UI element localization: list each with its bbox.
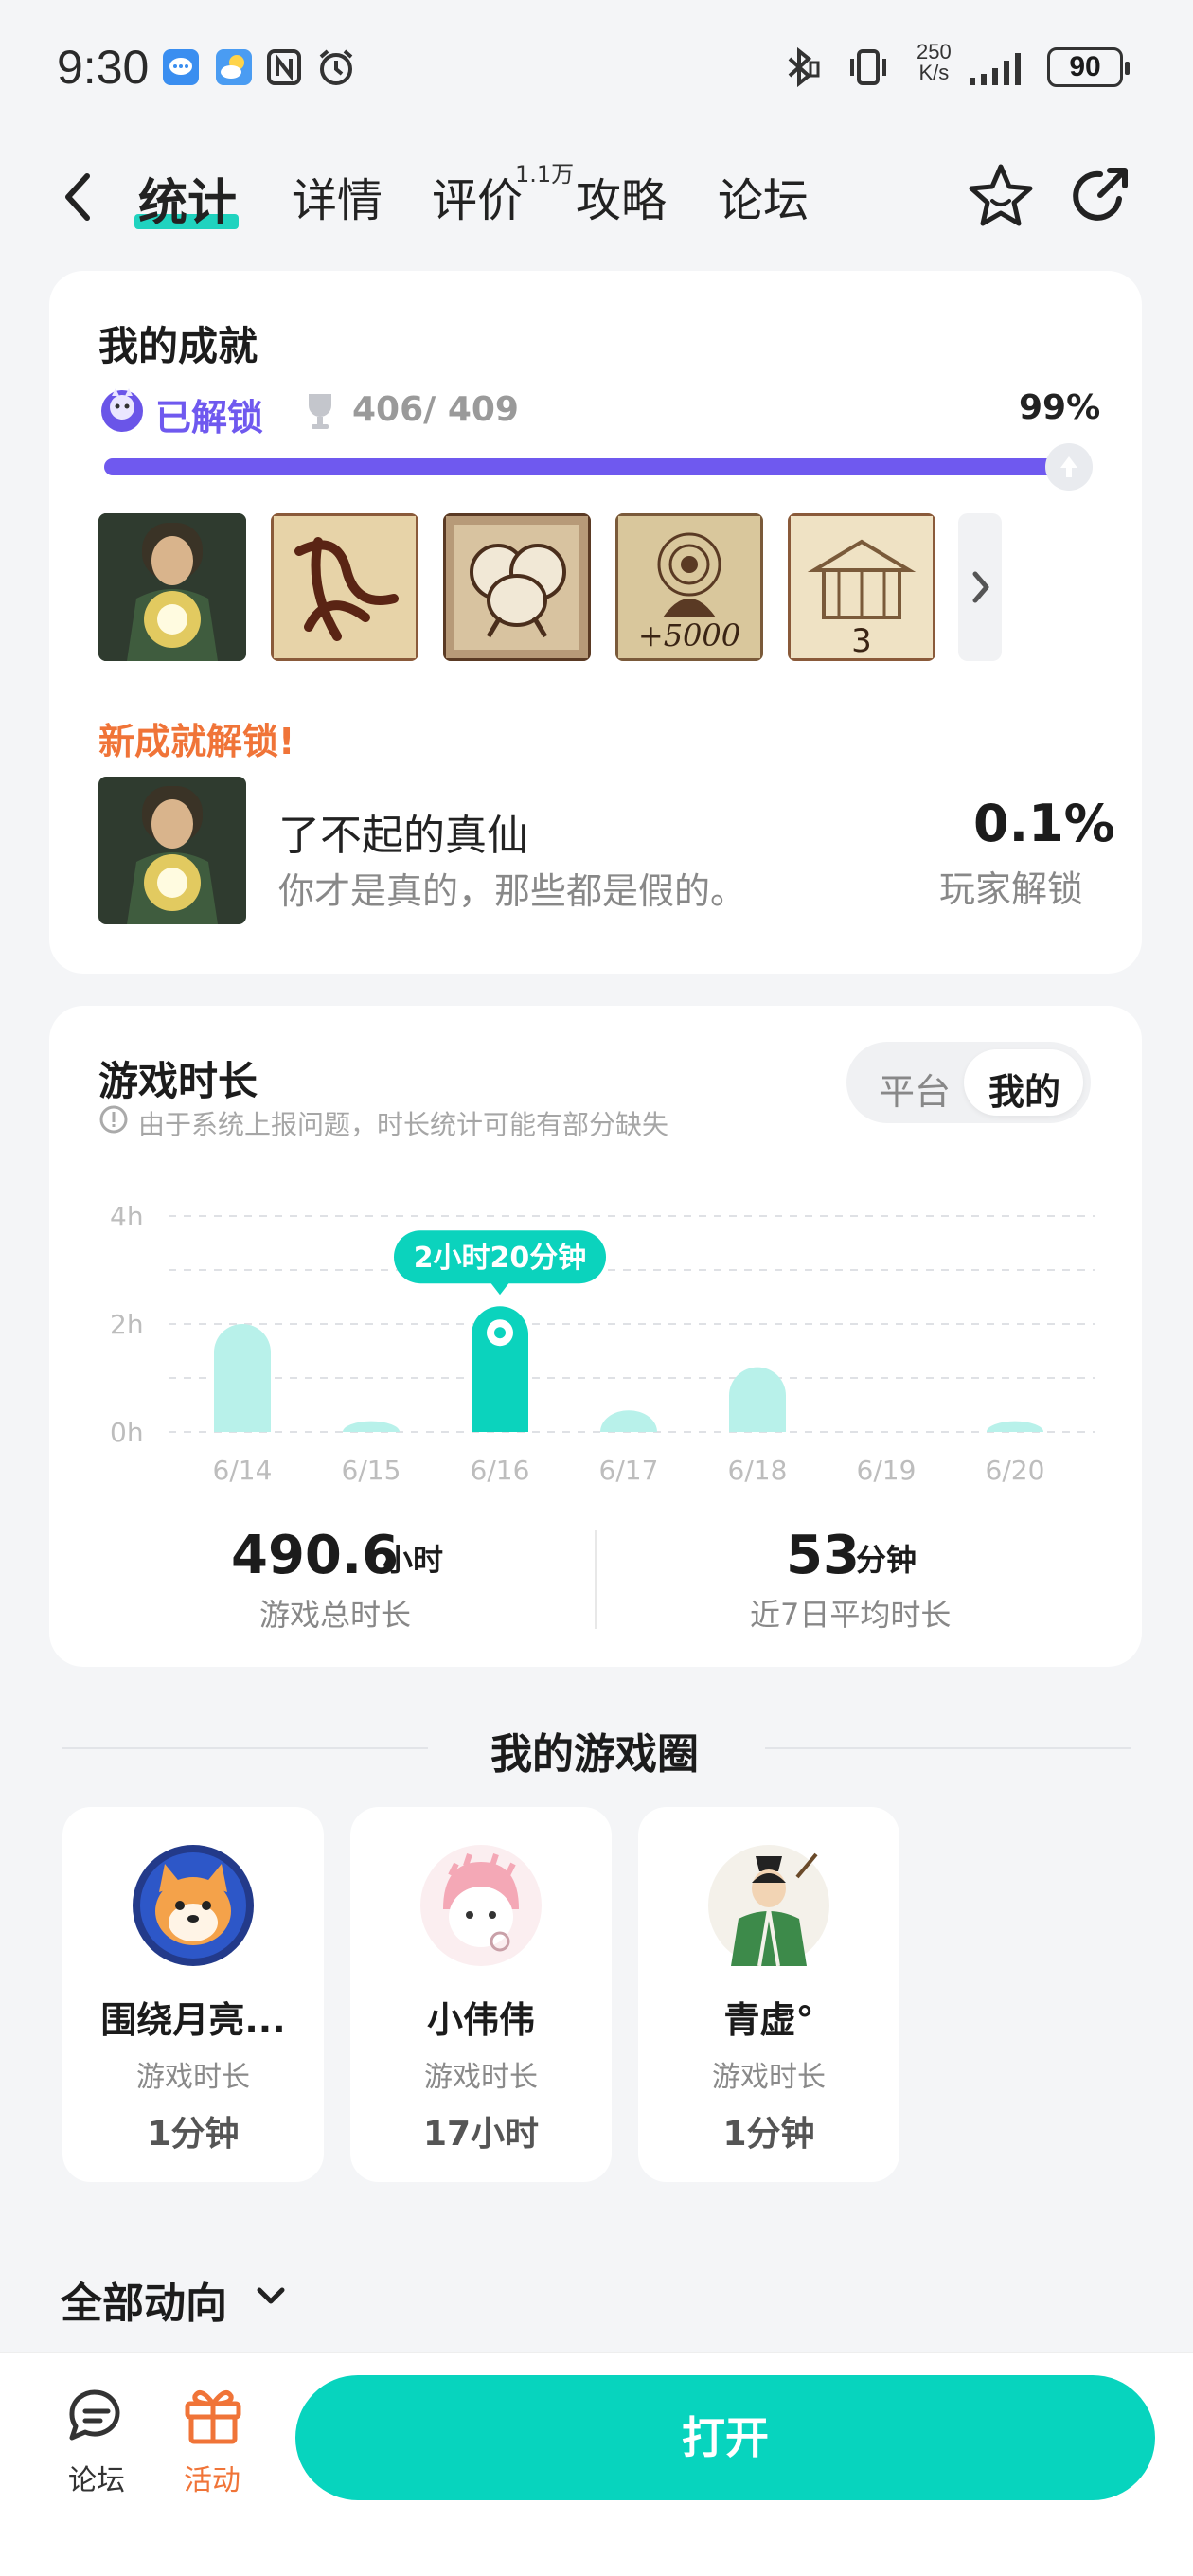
progress-end-marker-icon bbox=[1045, 443, 1093, 491]
info-icon bbox=[98, 1104, 129, 1135]
y-tick-label: 4h bbox=[110, 1201, 144, 1232]
tooltip-text: 2小时20分钟 bbox=[414, 1242, 587, 1275]
tab-guides[interactable]: 攻略 bbox=[576, 163, 667, 229]
trophy-icon bbox=[303, 390, 337, 432]
total-playtime-label: 游戏总时长 bbox=[259, 1597, 412, 1633]
tab-reviews[interactable]: 评价 bbox=[432, 163, 523, 229]
achievements-title: 我的成就 bbox=[98, 323, 258, 369]
nfc-icon bbox=[267, 49, 301, 85]
playtime-title: 游戏时长 bbox=[98, 1058, 258, 1104]
achievement-progress-fill bbox=[104, 458, 1083, 475]
signal-icon bbox=[968, 49, 1034, 87]
open-game-button[interactable]: 打开 bbox=[295, 2375, 1155, 2500]
friend-name: 小伟伟 bbox=[426, 1999, 535, 2041]
friend-playtime-label: 游戏时长 bbox=[712, 2061, 826, 2094]
friend-playtime-label: 游戏时长 bbox=[136, 2061, 250, 2094]
x-tick-label: 6/19 bbox=[857, 1455, 917, 1486]
unlocked-badge-icon bbox=[98, 386, 146, 434]
forum-icon[interactable] bbox=[62, 2385, 131, 2445]
y-tick-label: 0h bbox=[110, 1417, 144, 1448]
friend-playtime-value: 17小时 bbox=[422, 2115, 540, 2154]
tab-forum[interactable]: 论坛 bbox=[718, 163, 809, 229]
x-tick-label: 6/17 bbox=[599, 1455, 659, 1486]
new-achievement-thumb[interactable] bbox=[98, 777, 246, 924]
new-achievement-title: 了不起的真仙 bbox=[278, 812, 528, 860]
toggle-mine[interactable]: 我的 bbox=[988, 1063, 1060, 1115]
favorite-star-icon[interactable] bbox=[966, 161, 1036, 231]
weather-icon bbox=[216, 49, 252, 85]
friend-card[interactable]: 围绕月亮... 游戏时长 1分钟 bbox=[62, 1807, 324, 2182]
avg-playtime-value: 53 bbox=[786, 1525, 860, 1586]
gift-icon[interactable] bbox=[180, 2383, 246, 2445]
toggle-platform[interactable]: 平台 bbox=[879, 1063, 951, 1115]
svg-text:3: 3 bbox=[851, 622, 872, 660]
new-achievement-desc: 你才是真的，那些都是假的。 bbox=[278, 870, 747, 912]
chart-bar bbox=[343, 1421, 400, 1432]
x-tick-label: 6/20 bbox=[986, 1455, 1045, 1486]
tooltip-pointer bbox=[490, 1282, 509, 1296]
chart-bar bbox=[729, 1367, 786, 1432]
chart-bar bbox=[214, 1324, 271, 1432]
new-achievement-rate: 0.1% bbox=[973, 794, 1115, 853]
total-playtime-value: 490.6 bbox=[231, 1525, 400, 1586]
alarm-icon bbox=[316, 47, 356, 87]
activity-label[interactable]: 活动 bbox=[184, 2457, 240, 2498]
vibrate-icon bbox=[845, 45, 892, 89]
avg-playtime-label: 近7日平均时长 bbox=[750, 1597, 952, 1633]
x-tick-label: 6/16 bbox=[471, 1455, 530, 1486]
feed-filter[interactable]: 全部动向 bbox=[61, 2269, 227, 2330]
share-icon[interactable] bbox=[1066, 163, 1132, 229]
achievement-thumb-cultivator[interactable] bbox=[98, 513, 246, 661]
avatar bbox=[706, 1843, 831, 1968]
forum-label[interactable]: 论坛 bbox=[68, 2457, 125, 2498]
chart-bar bbox=[600, 1410, 657, 1432]
playtime-notice: 由于系统上报问题，时长统计可能有部分缺失 bbox=[138, 1109, 669, 1140]
game-circle-title: 我的游戏圈 bbox=[490, 1730, 699, 1779]
playtime-chart: 4h 2h 0h 6/14 6/15 6/16 6/17 6/18 6/19 6/20 2小时20分… bbox=[110, 1201, 1095, 1486]
bluetooth-icon bbox=[782, 45, 820, 89]
achievement-thumb-ink-swirl[interactable] bbox=[271, 513, 418, 661]
friend-card[interactable]: 青虚° 游戏时长 1分钟 bbox=[638, 1807, 899, 2182]
thumbnails-next-button[interactable] bbox=[958, 513, 1002, 661]
svg-text:+5000: +5000 bbox=[638, 617, 740, 653]
achievement-thumb-temple-3[interactable]: 3 bbox=[788, 513, 935, 661]
achievement-percent: 99% bbox=[1019, 388, 1101, 427]
friend-playtime-value: 1分钟 bbox=[147, 2115, 240, 2154]
new-achievement-rate-label: 玩家解锁 bbox=[939, 868, 1084, 910]
status-time: 9:30 bbox=[57, 41, 150, 94]
circle-divider-right bbox=[765, 1747, 1131, 1749]
avg-playtime-unit: 分钟 bbox=[856, 1542, 917, 1578]
back-icon[interactable] bbox=[59, 169, 97, 225]
chart-bar bbox=[987, 1421, 1043, 1432]
battery-icon: 90 bbox=[1047, 47, 1130, 87]
achievement-thumb-dancing-cat[interactable] bbox=[443, 513, 591, 661]
friend-name: 围绕月亮... bbox=[100, 1999, 286, 2041]
friend-playtime-value: 1分钟 bbox=[722, 2115, 815, 2154]
x-tick-label: 6/14 bbox=[213, 1455, 273, 1486]
messages-icon bbox=[163, 49, 199, 85]
achievement-count: 406/ 409 bbox=[352, 390, 519, 429]
status-bar: 9:30 250 K/s 90 bbox=[0, 0, 1193, 133]
avatar bbox=[418, 1843, 543, 1968]
new-achievement-label: 新成就解锁! bbox=[98, 721, 295, 762]
avatar bbox=[131, 1843, 256, 1968]
x-tick-label: 6/15 bbox=[342, 1455, 401, 1486]
total-playtime-unit: 小时 bbox=[383, 1542, 444, 1578]
reviews-count-badge: 1.1万 bbox=[515, 161, 575, 188]
stats-divider bbox=[595, 1530, 596, 1629]
bar-marker-dot bbox=[494, 1327, 506, 1339]
tab-details[interactable]: 详情 bbox=[292, 163, 383, 229]
net-speed: 250 K/s bbox=[917, 40, 952, 84]
friend-name: 青虚° bbox=[723, 1999, 814, 2041]
x-tick-label: 6/18 bbox=[728, 1455, 788, 1486]
friend-playtime-label: 游戏时长 bbox=[424, 2061, 538, 2094]
achievement-thumb-monk-5000[interactable]: +5000 bbox=[615, 513, 763, 661]
chevron-down-icon[interactable] bbox=[254, 2279, 288, 2313]
achievement-progress-track bbox=[104, 458, 1093, 475]
tab-stats[interactable]: 统计 bbox=[138, 163, 237, 234]
y-tick-label: 2h bbox=[110, 1309, 144, 1340]
circle-divider-left bbox=[62, 1747, 428, 1749]
friend-card[interactable]: 小伟伟 游戏时长 17小时 bbox=[350, 1807, 612, 2182]
unlocked-label: 已解锁 bbox=[155, 397, 264, 438]
